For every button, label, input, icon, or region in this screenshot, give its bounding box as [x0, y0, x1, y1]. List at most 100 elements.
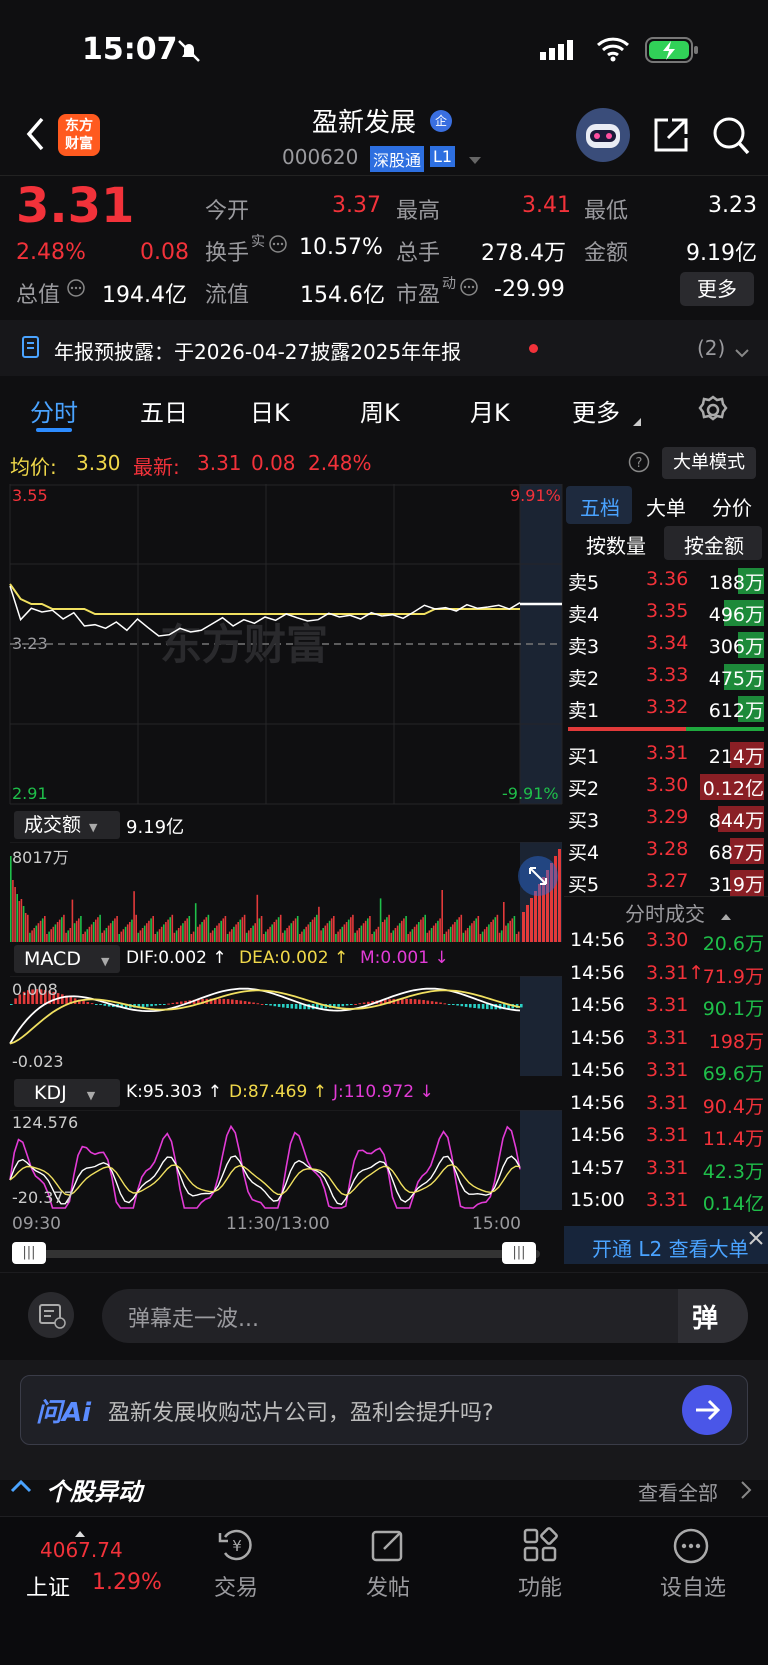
nav-post[interactable]: 发帖 [366, 1570, 410, 1602]
ask-ai-submit-button[interactable] [682, 1385, 732, 1435]
kdj-indicator-select[interactable]: KDJ ▼ [14, 1079, 120, 1107]
trade-icon[interactable]: ¥ [217, 1527, 257, 1567]
volume-indicator-select[interactable]: 成交额 ▼ [14, 811, 120, 839]
trade-price: 3.31↑ [646, 961, 705, 984]
tab-weekly[interactable]: 周K [360, 393, 400, 428]
volume-bar [75, 920, 78, 942]
volume-bar [292, 920, 295, 942]
nav-trade[interactable]: 交易 [214, 1570, 258, 1602]
caret-up-icon[interactable] [720, 906, 732, 925]
view-all-link[interactable]: 查看全部 [638, 1477, 718, 1506]
level-label: 买3 [568, 810, 600, 832]
macd-bar [477, 1004, 481, 1009]
info-icon[interactable] [66, 278, 86, 302]
volume-bar [265, 931, 267, 942]
macd-bar [435, 1001, 438, 1004]
macd-bar [99, 1004, 102, 1005]
volume-bar [339, 929, 341, 942]
function-icon[interactable] [522, 1527, 558, 1567]
info-icon[interactable] [268, 234, 288, 258]
share-icon[interactable] [652, 116, 690, 158]
volume-bar [322, 928, 324, 942]
trade-time: 14:56 [570, 1091, 625, 1114]
sort-by-amount[interactable]: 按金额 [684, 530, 744, 559]
volume-bar [22, 906, 25, 942]
range-track[interactable] [30, 1250, 540, 1258]
info-icon[interactable] [459, 277, 479, 301]
range-handle-right[interactable]: ||| [502, 1242, 536, 1264]
macd-indicator-select[interactable]: MACD ▼ [14, 945, 120, 973]
tab-price-dist[interactable]: 分价 [712, 492, 752, 521]
trade-row: 14:56 3.31↑ 71.9万 [564, 959, 768, 989]
macd-bar [294, 1004, 298, 1009]
bid-row[interactable]: 买3 3.29 844万 [564, 803, 768, 835]
range-handle-left[interactable]: ||| [12, 1242, 46, 1264]
index-value[interactable]: 4067.74 [40, 1538, 123, 1562]
tab-more[interactable]: 更多 [572, 393, 620, 428]
back-icon[interactable] [24, 116, 46, 156]
ask-row[interactable]: 卖2 3.33 475万 [564, 661, 768, 693]
volume-bar [517, 931, 520, 942]
bid-row[interactable]: 买5 3.27 319万 [564, 867, 768, 899]
volume-bar [27, 914, 29, 942]
bid-row[interactable]: 买4 3.28 687万 [564, 835, 768, 867]
macd-bar [103, 1004, 107, 1006]
tab-order-book[interactable]: 五档 [580, 492, 620, 521]
macd-bar [460, 1004, 464, 1007]
expand-chart-button[interactable] [518, 856, 558, 896]
volume-bar [439, 918, 441, 942]
level-price: 3.35 [646, 600, 689, 622]
big-order-mode-button[interactable]: 大单模式 [662, 447, 756, 479]
volume-bar [388, 914, 390, 942]
help-icon[interactable]: ? [628, 451, 650, 477]
trade-time: 14:56 [570, 961, 625, 984]
volume-bar [226, 934, 229, 942]
nav-add-watchlist[interactable]: 设自选 [660, 1570, 726, 1602]
close-icon[interactable] [748, 1230, 764, 1250]
volume-bar [420, 919, 422, 942]
dropdown-icon[interactable] [468, 150, 482, 169]
volume-bar [409, 931, 412, 942]
volume-bar [152, 916, 154, 942]
tab-5day[interactable]: 五日 [140, 393, 188, 428]
nav-function[interactable]: 功能 [518, 1570, 562, 1602]
amount-value: 9.19亿 [686, 241, 757, 266]
ask-row[interactable]: 卖3 3.34 306万 [564, 629, 768, 661]
sort-by-quantity[interactable]: 按数量 [586, 530, 646, 559]
robot-avatar[interactable] [576, 108, 630, 162]
tab-intraday[interactable]: 分时 [30, 393, 78, 428]
volume-bar [320, 930, 322, 942]
more-button[interactable]: 更多 [680, 272, 754, 306]
ask-row[interactable]: 卖1 3.32 612万 [564, 693, 768, 725]
ask-row[interactable]: 卖4 3.35 496万 [564, 597, 768, 629]
index-pct[interactable]: 1.29% [92, 1570, 162, 1595]
level-amount: 496万 [708, 604, 764, 626]
volume-bar [403, 918, 405, 942]
index-name[interactable]: 上证 [26, 1570, 70, 1602]
level-price: 3.27 [646, 870, 689, 892]
volume-bar [177, 928, 180, 942]
bid-row[interactable]: 买2 3.30 0.12亿 [564, 771, 768, 803]
volume-bar [500, 930, 503, 942]
volume-bar [205, 917, 208, 942]
volume-bar [50, 929, 52, 942]
macd-bar [248, 1001, 251, 1004]
volume-bar [354, 932, 356, 942]
tab-daily[interactable]: 日K [250, 393, 290, 428]
tab-big-orders[interactable]: 大单 [646, 492, 686, 521]
chevron-up-icon[interactable] [10, 1478, 32, 1498]
ask-row[interactable]: 卖5 3.36 188万 [564, 565, 768, 597]
tab-monthly[interactable]: 月K [470, 393, 510, 428]
pe-label: 市盈 [396, 283, 441, 308]
search-icon[interactable] [712, 116, 750, 160]
chevron-right-icon[interactable] [740, 1480, 752, 1504]
volume-bar [48, 931, 50, 942]
bid-row[interactable]: 买1 3.31 214万 [564, 739, 768, 771]
high-label: 最高 [396, 199, 441, 224]
gear-icon[interactable] [697, 394, 729, 430]
volume-bar [435, 923, 437, 942]
post-icon[interactable] [370, 1527, 406, 1567]
more-dots-icon[interactable] [672, 1527, 710, 1569]
unread-dot [529, 344, 538, 353]
danmu-settings-button[interactable] [28, 1292, 74, 1338]
